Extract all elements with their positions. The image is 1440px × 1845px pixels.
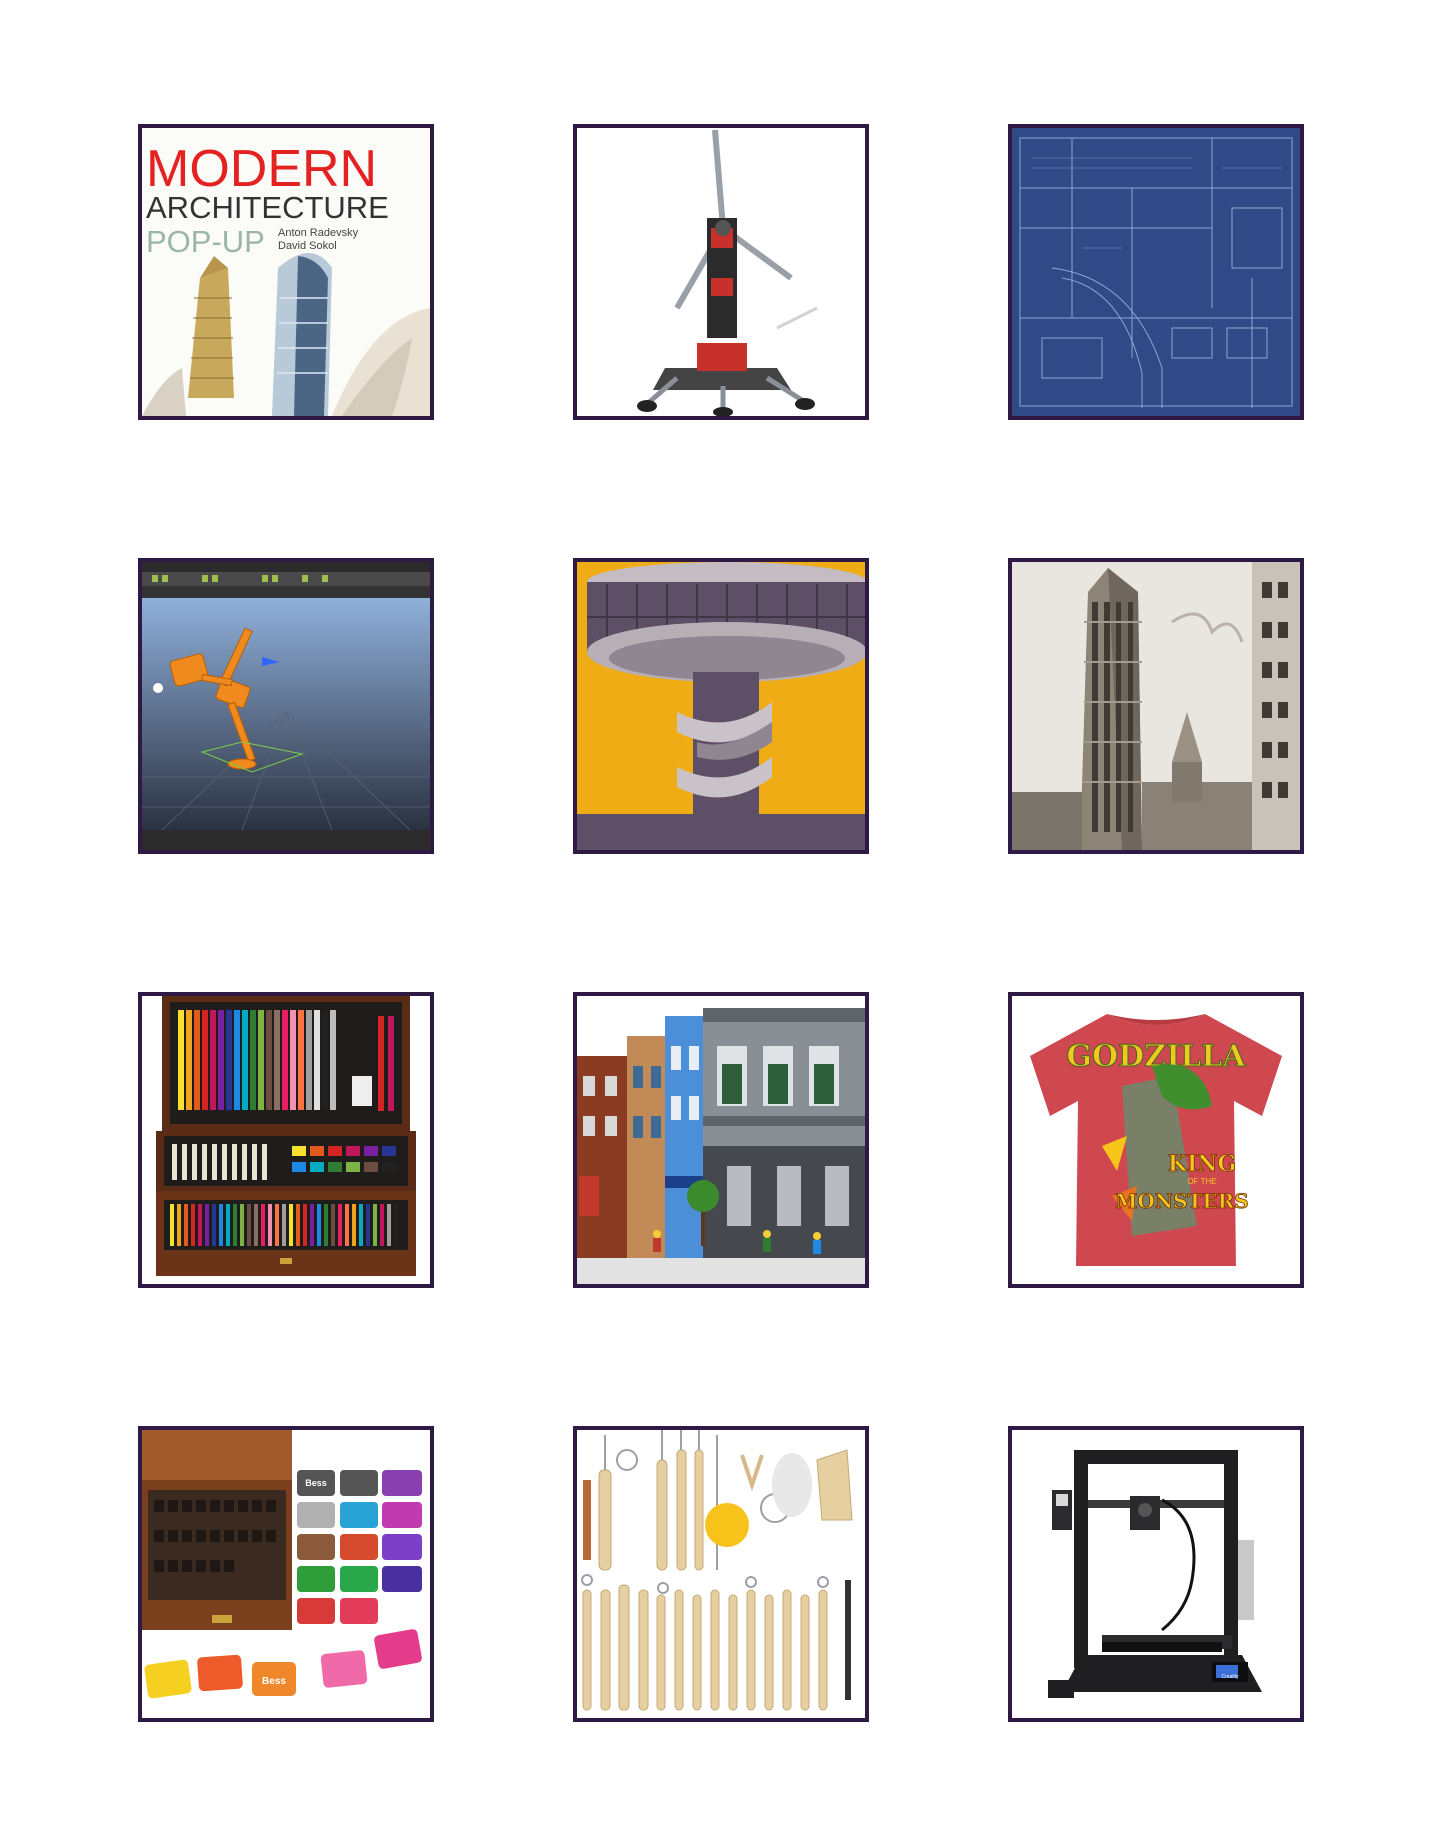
book-cover-image: MODERN ARCHITECTURE POP-UP Anton Radevsk…: [142, 128, 430, 416]
tile-stamp-ink-pad-set[interactable]: Bess Bess: [138, 1426, 434, 1722]
3d-printer-image: Creality: [1012, 1430, 1300, 1718]
tshirt-bottom-text: MONSTERS: [1115, 1189, 1248, 1213]
tile-art-supply-case[interactable]: [138, 992, 434, 1288]
tower-illustration-image: [577, 562, 865, 850]
animation-software-image: [142, 562, 430, 850]
robot-kit-image: [577, 128, 865, 416]
tile-3d-animation-software[interactable]: [138, 558, 434, 854]
art-set-image: [142, 996, 430, 1284]
building-photo-image: [1012, 562, 1300, 850]
tile-godzilla-tshirt[interactable]: GODZILLA KING OF THE MONSTERS: [1008, 992, 1304, 1288]
book-author-2: David Sokol: [278, 240, 337, 252]
tile-modern-architecture-popup-book[interactable]: MODERN ARCHITECTURE POP-UP Anton Radevsk…: [138, 124, 434, 420]
printer-brand-label: Creality: [1222, 1674, 1239, 1680]
blueprint-image: [1012, 128, 1300, 416]
tile-flatiron-building-photo[interactable]: [1008, 558, 1304, 854]
ink-pad-brand-label: Bess: [305, 1478, 327, 1488]
tile-3d-printer[interactable]: Creality: [1008, 1426, 1304, 1722]
stamp-set-image: Bess Bess: [142, 1430, 430, 1718]
tile-brick-building-set[interactable]: [573, 992, 869, 1288]
tshirt-small-text: OF THE: [1187, 1177, 1216, 1186]
tshirt-image: GODZILLA KING OF THE MONSTERS: [1012, 996, 1300, 1284]
brick-city-image: [577, 996, 865, 1284]
ink-pad-brand-label-2: Bess: [262, 1676, 286, 1687]
sculpting-tools-image: [577, 1430, 865, 1718]
tshirt-subtitle: KING: [1168, 1151, 1236, 1177]
tile-robot-kit-windmill[interactable]: [573, 124, 869, 420]
tile-blueprint-drawing[interactable]: [1008, 124, 1304, 420]
book-title-line2: ARCHITECTURE: [146, 190, 389, 225]
tile-clay-sculpting-tools[interactable]: [573, 1426, 869, 1722]
book-author-1: Anton Radevsky: [278, 227, 359, 239]
book-title-line3: POP-UP: [146, 224, 265, 259]
tile-spiral-tower-illustration[interactable]: [573, 558, 869, 854]
